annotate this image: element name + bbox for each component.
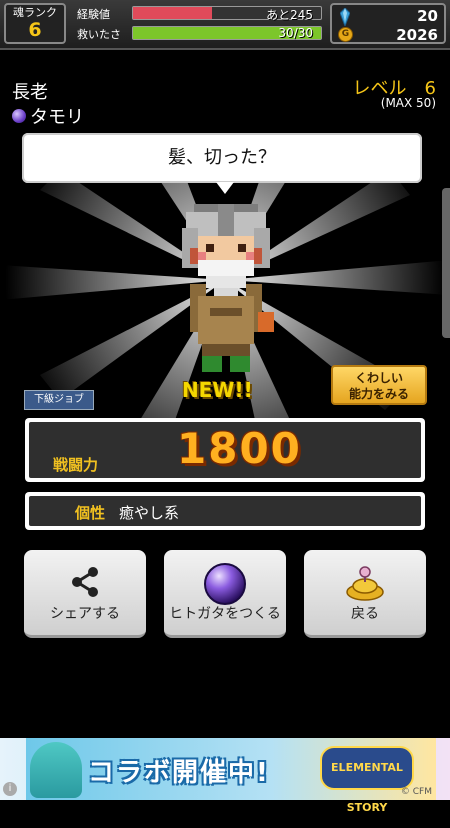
share-button-label: シェアする <box>50 606 120 622</box>
job-tier-badge: 下級ジョブ <box>24 390 94 410</box>
speech-bubble: 髪、切った？ <box>22 133 422 183</box>
ad-info-icon[interactable]: i <box>3 782 17 796</box>
gold-coin-icon: G <box>338 27 353 42</box>
character-sprite <box>182 204 274 372</box>
rescue-label: 救いたさ <box>77 28 121 41</box>
personality-value: 癒やし系 <box>119 504 180 522</box>
rescue-bar: 30/30 <box>132 26 322 40</box>
banner-copyright: © CFM <box>400 787 432 797</box>
character-title: 長老 <box>12 82 48 103</box>
banner-logo: ELEMENTAL STORY <box>320 746 414 814</box>
soul-rank-value: 6 <box>28 19 42 41</box>
currency-box: 20 G 2026 <box>330 3 446 44</box>
gem-count: 20 <box>417 7 438 25</box>
max-level: (MAX 50) <box>380 96 436 110</box>
gold-count: 2026 <box>396 26 438 44</box>
exp-bar: あと245 <box>132 6 322 22</box>
character-name-row: タモリ <box>12 103 84 129</box>
side-scroll-tab[interactable] <box>442 188 450 338</box>
soul-rank-label: 魂ランク <box>13 6 57 19</box>
gem-icon <box>340 8 350 26</box>
exp-label: 経験値 <box>77 8 110 21</box>
personality-panel: 個性 癒やし系 <box>25 492 425 530</box>
banner-headline: コラボ開催中! <box>88 758 270 788</box>
details-button-line1: くわしい <box>354 371 403 385</box>
gold-pile-icon <box>346 566 384 601</box>
exp-bar-fill <box>133 7 212 19</box>
share-icon <box>72 567 98 597</box>
back-button-label: 戻る <box>351 606 379 622</box>
character-name: タモリ <box>30 107 84 128</box>
purple-orb-icon <box>12 109 26 123</box>
create-humanoid-button[interactable]: ヒトガタをつくる <box>164 550 286 638</box>
exp-remaining: あと245 <box>266 8 313 22</box>
back-button[interactable]: 戻る <box>304 550 426 638</box>
soul-rank-box: 魂ランク 6 <box>4 3 66 44</box>
details-button-line2: 能力をみる <box>348 387 409 401</box>
exp-row: 経験値 あと245 <box>77 4 322 22</box>
speech-bubble-tail <box>216 182 234 194</box>
share-button[interactable]: シェアする <box>24 550 146 638</box>
status-bar: 魂ランク 6 経験値 あと245 救いたさ 30/30 20 G 2026 <box>0 0 450 50</box>
purple-orb-icon <box>204 563 246 605</box>
create-humanoid-label: ヒトガタをつくる <box>169 606 281 622</box>
combat-power-panel: 戦闘力 1800 <box>25 418 425 482</box>
rescue-row: 救いたさ 30/30 <box>77 24 322 42</box>
collab-ad-banner[interactable]: コラボ開催中! ELEMENTAL STORY © CFM i <box>0 738 450 814</box>
banner-character-image <box>30 742 82 798</box>
rescue-value: 30/30 <box>278 26 313 40</box>
combat-power-label: 戦闘力 <box>53 456 99 474</box>
view-details-button[interactable]: くわしい 能力をみる <box>331 365 427 405</box>
new-label: NEW!! <box>182 378 253 402</box>
personality-label: 個性 <box>75 504 106 522</box>
combat-power-value: 1800 <box>177 424 302 473</box>
